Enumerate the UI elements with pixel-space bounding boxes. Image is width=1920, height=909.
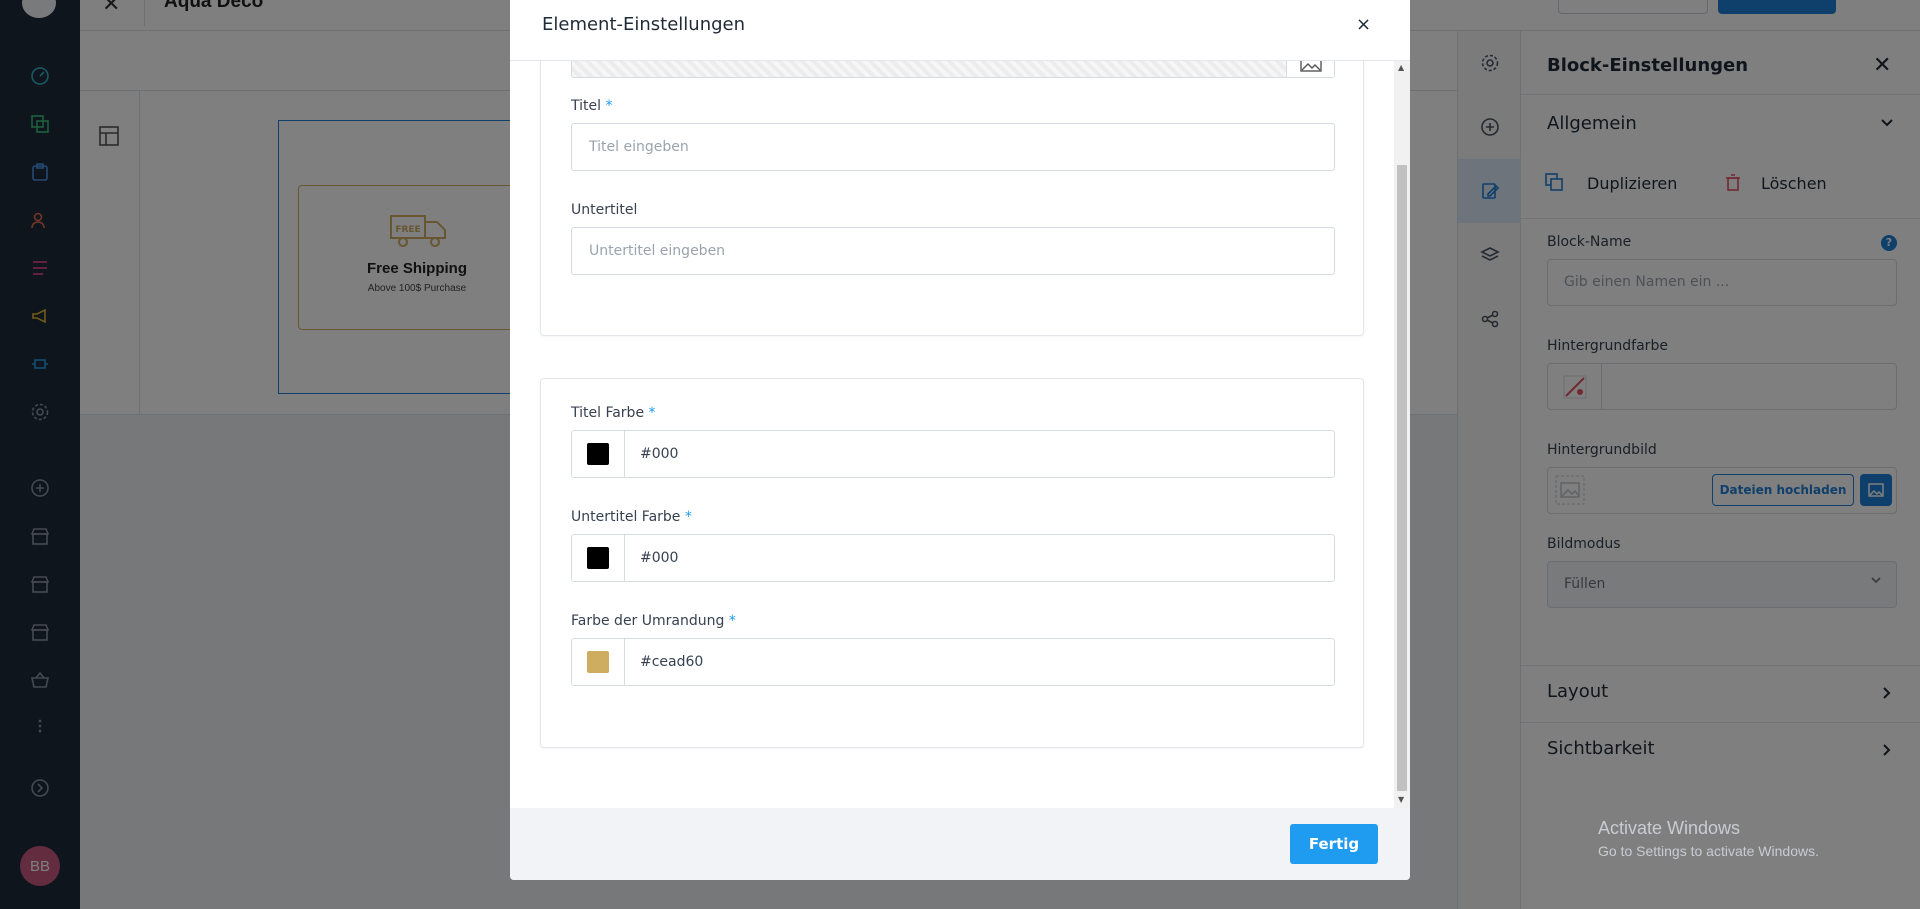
umrandung-label-text: Farbe der Umrandung	[571, 613, 725, 629]
umrandung-input[interactable]: #cead60	[571, 638, 1335, 686]
required-mark: *	[648, 405, 656, 421]
scrollbar[interactable]: ▲ ▼	[1394, 61, 1410, 808]
untertitel-farbe-input[interactable]: #000	[571, 534, 1335, 582]
image-field[interactable]	[571, 61, 1335, 78]
titel-farbe-value: #000	[640, 446, 679, 462]
titel-farbe-label: Titel Farbe *	[571, 405, 656, 421]
untertitel-farbe-label-text: Untertitel Farbe	[571, 509, 681, 525]
untertitel-label: Untertitel	[571, 202, 638, 218]
titel-input[interactable]: Titel eingeben	[571, 123, 1335, 171]
color-swatch-black	[587, 443, 609, 465]
color-swatch-gold	[587, 651, 609, 673]
titel-farbe-label-text: Titel Farbe	[571, 405, 645, 421]
titel-label: Titel *	[571, 98, 612, 114]
scroll-down-arrow-icon[interactable]: ▼	[1398, 795, 1404, 804]
untertitel-farbe-value: #000	[640, 550, 679, 566]
color-swatch-button[interactable]	[572, 431, 625, 477]
color-swatch-black	[587, 547, 609, 569]
untertitel-farbe-label: Untertitel Farbe *	[571, 509, 692, 525]
untertitel-placeholder: Untertitel eingeben	[589, 243, 726, 259]
color-swatch-button[interactable]	[572, 639, 625, 685]
windows-watermark-title: Activate Windows	[1598, 818, 1741, 838]
scrollbar-thumb[interactable]	[1397, 165, 1407, 791]
scroll-up-arrow-icon[interactable]: ▲	[1398, 63, 1404, 72]
umrandung-label: Farbe der Umrandung *	[571, 613, 736, 629]
color-panel: Titel Farbe * #000 Untertitel Farbe * #0…	[540, 378, 1364, 748]
modal-footer: Fertig	[510, 808, 1410, 880]
content-panel: Titel * Titel eingeben Untertitel Untert…	[540, 61, 1364, 336]
modal-title: Element-Einstellungen	[542, 14, 746, 35]
modal-header: Element-Einstellungen ×	[510, 0, 1410, 61]
umrandung-value: #cead60	[640, 654, 704, 670]
untertitel-input[interactable]: Untertitel eingeben	[571, 227, 1335, 275]
color-swatch-button[interactable]	[572, 535, 625, 581]
element-settings-modal: Element-Einstellungen × Titel * Titel ei…	[510, 0, 1410, 880]
titel-label-text: Titel	[571, 98, 602, 114]
done-button[interactable]: Fertig	[1290, 824, 1378, 864]
required-mark: *	[684, 509, 692, 525]
image-icon[interactable]	[1286, 61, 1334, 77]
close-icon[interactable]: ×	[1356, 14, 1371, 35]
titel-placeholder: Titel eingeben	[589, 139, 689, 155]
windows-watermark-text: Go to Settings to activate Windows.	[1598, 843, 1819, 859]
modal-body: Titel * Titel eingeben Untertitel Untert…	[510, 61, 1410, 808]
required-mark: *	[728, 613, 736, 629]
titel-farbe-input[interactable]: #000	[571, 430, 1335, 478]
required-mark: *	[605, 98, 613, 114]
